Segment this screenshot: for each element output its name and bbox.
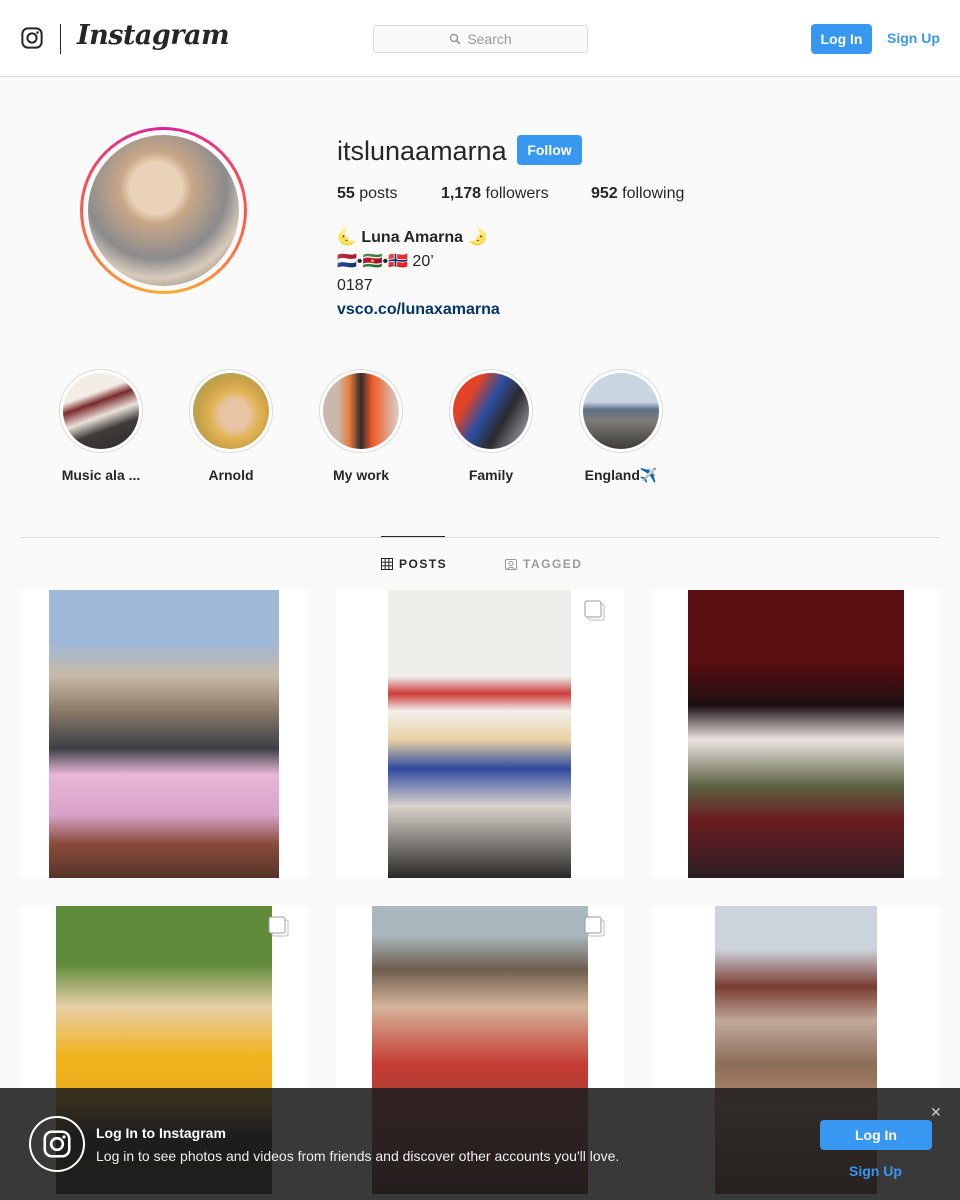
post-tile[interactable] (336, 590, 624, 878)
instagram-glyph-icon (43, 1130, 71, 1158)
followers-label: followers (481, 185, 549, 202)
tab-tagged-label: TAGGED (523, 557, 583, 571)
tabs-divider (20, 537, 940, 538)
highlight-music[interactable]: Music ala ... (36, 369, 166, 483)
close-icon[interactable]: ✕ (930, 1104, 942, 1121)
post-tile[interactable] (20, 590, 308, 878)
posts-count: 55 (337, 185, 355, 202)
tagged-icon (505, 559, 517, 570)
multiple-photos-icon (584, 600, 605, 621)
highlight-england[interactable]: England✈️ (556, 369, 686, 484)
profile-avatar (88, 135, 239, 286)
nav-login-button[interactable]: Log In (811, 24, 872, 54)
top-nav: Instagram Search Log In Sign Up (0, 0, 960, 77)
highlight-my-work[interactable]: My work (296, 369, 426, 483)
post-photo (388, 590, 571, 878)
login-banner: Log In to Instagram Log in to see photos… (0, 1088, 960, 1200)
instagram-wordmark[interactable]: Instagram (77, 20, 230, 51)
post-photo (688, 590, 904, 878)
tab-tagged[interactable]: TAGGED (505, 557, 582, 571)
profile-bio: 🌜 Luna Amarna 🌛 🇳🇱•🇸🇷•🇳🇴 20’ 0187 vsco.c… (337, 226, 500, 322)
highlight-cover (453, 373, 529, 449)
nav-signup-link[interactable]: Sign Up (887, 30, 940, 46)
following-count: 952 (591, 185, 618, 202)
story-highlights: Music ala ... Arnold My work Family Engl… (0, 369, 960, 489)
instagram-glyph-icon[interactable] (21, 27, 43, 49)
banner-text: Log in to see photos and videos from fri… (96, 1148, 620, 1164)
highlight-label: Music ala ... (61, 467, 141, 483)
bio-name: 🌜 Luna Amarna 🌛 (337, 229, 488, 246)
active-tab-indicator (381, 536, 445, 537)
multiple-photos-icon (268, 916, 289, 937)
following-label: following (617, 185, 685, 202)
highlight-arnold[interactable]: Arnold (166, 369, 296, 483)
tab-posts-label: POSTS (399, 557, 448, 571)
follow-button[interactable]: Follow (517, 135, 582, 165)
logo-divider (60, 24, 61, 54)
highlight-cover (323, 373, 399, 449)
multiple-photos-icon (584, 916, 605, 937)
highlight-label: England✈️ (584, 467, 658, 483)
banner-logo (29, 1116, 85, 1172)
banner-signup-link[interactable]: Sign Up (849, 1163, 902, 1179)
post-photo (49, 590, 279, 878)
bio-flags: 🇳🇱•🇸🇷•🇳🇴 20’ (337, 253, 434, 270)
stat-following[interactable]: 952 following (591, 185, 684, 203)
post-tile[interactable] (652, 590, 940, 878)
tab-posts[interactable]: POSTS (381, 557, 447, 571)
posts-label: posts (354, 185, 398, 202)
highlight-family[interactable]: Family (426, 369, 556, 483)
banner-title: Log In to Instagram (96, 1125, 226, 1141)
followers-count: 1,178 (441, 185, 482, 202)
search-icon (450, 33, 461, 45)
highlight-label: Family (468, 467, 514, 483)
highlight-cover (193, 373, 269, 449)
bio-link[interactable]: vsco.co/lunaxamarna (337, 298, 500, 322)
stat-posts: 55 posts (337, 185, 397, 203)
search-placeholder: Search (467, 31, 512, 47)
highlight-label: Arnold (208, 467, 254, 483)
grid-icon (381, 558, 393, 570)
profile-username: itslunaamarna (337, 136, 507, 166)
highlight-cover (583, 373, 659, 449)
bio-code: 0187 (337, 277, 373, 294)
highlight-cover (63, 373, 139, 449)
banner-login-button[interactable]: Log In (820, 1120, 932, 1150)
profile-avatar-ring[interactable] (80, 127, 247, 294)
highlight-label: My work (332, 467, 389, 483)
stat-followers[interactable]: 1,178 followers (441, 185, 549, 203)
search-input[interactable]: Search (373, 25, 588, 53)
